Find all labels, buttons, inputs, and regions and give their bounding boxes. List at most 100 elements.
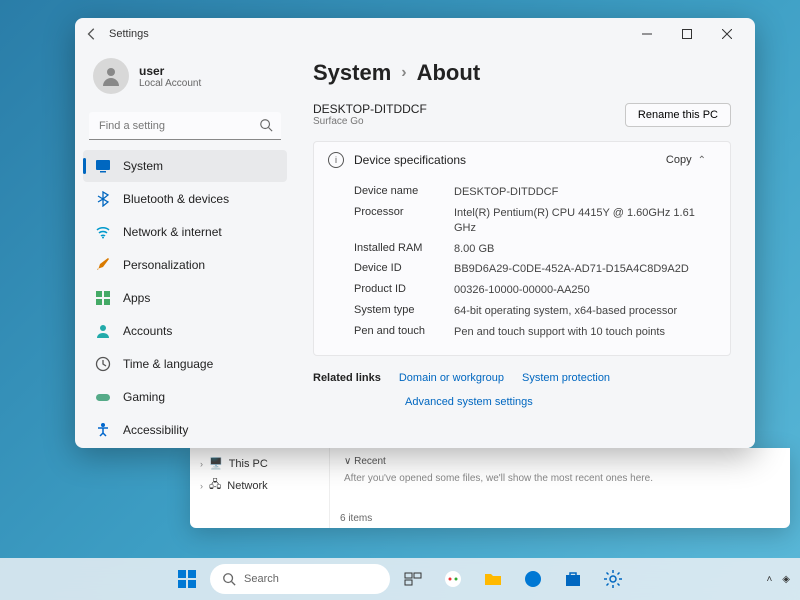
explorer-nav-network[interactable]: › 🖧 Network <box>200 473 319 498</box>
explorer-empty-text: After you've opened some files, we'll sh… <box>344 473 776 484</box>
nav-label: Gaming <box>123 390 165 404</box>
apps-icon <box>95 290 111 306</box>
copy-button[interactable]: Copy ⌃ <box>656 152 716 168</box>
user-name: user <box>139 64 201 78</box>
spec-table: Device nameDESKTOP-DITDDCF ProcessorInte… <box>314 178 730 355</box>
nav-label: Accessibility <box>123 423 188 437</box>
taskbar-search[interactable]: Search <box>210 564 390 594</box>
nav-label: Time & language <box>123 357 213 371</box>
breadcrumb-current: About <box>417 60 481 86</box>
nav-accounts[interactable]: Accounts <box>83 315 287 347</box>
accessibility-icon <box>95 422 111 438</box>
nav-bluetooth[interactable]: Bluetooth & devices <box>83 183 287 215</box>
link-system-protection[interactable]: System protection <box>522 372 610 384</box>
nav-network[interactable]: Network & internet <box>83 216 287 248</box>
monitor-icon: 🖥️ <box>209 457 223 470</box>
avatar <box>93 58 129 94</box>
search-icon <box>259 118 273 132</box>
nav: System Bluetooth & devices Network & int… <box>83 150 287 448</box>
file-explorer-window[interactable]: › 🖥️ This PC › 🖧 Network ∨ Recent After … <box>190 448 790 528</box>
device-name: DESKTOP-DITDDCF <box>313 102 427 116</box>
settings-window: Settings user Local Account <box>75 18 755 448</box>
nav-time-language[interactable]: Time & language <box>83 348 287 380</box>
taskbar-search-label: Search <box>244 573 279 585</box>
user-account-type: Local Account <box>139 78 201 89</box>
chevron-up-icon: ⌃ <box>698 155 706 166</box>
system-icon <box>95 158 111 174</box>
nav-gaming[interactable]: Gaming <box>83 381 287 413</box>
device-model: Surface Go <box>313 116 427 127</box>
titlebar: Settings <box>75 18 755 50</box>
start-button[interactable] <box>170 562 204 596</box>
chevron-right-icon: › <box>200 459 203 469</box>
taskbar-edge[interactable] <box>516 562 550 596</box>
spec-row: Product ID00326-10000-00000-AA250 <box>354 280 716 301</box>
bluetooth-icon <box>95 191 111 207</box>
link-domain-workgroup[interactable]: Domain or workgroup <box>399 372 504 384</box>
search-icon <box>222 572 236 586</box>
info-icon: i <box>328 152 344 168</box>
close-button[interactable] <box>707 20 747 48</box>
explorer-nav-label: This PC <box>229 458 268 470</box>
explorer-content: ∨ Recent After you've opened some files,… <box>330 448 790 528</box>
network-icon: 🖧 <box>209 476 221 495</box>
sidebar: user Local Account System Bluetooth & de… <box>75 50 295 448</box>
nav-label: Apps <box>123 291 150 305</box>
explorer-nav-tree: › 🖥️ This PC › 🖧 Network <box>190 448 330 528</box>
taskbar-store[interactable] <box>556 562 590 596</box>
main-content: System › About DESKTOP-DITDDCF Surface G… <box>295 50 755 448</box>
spec-row: ProcessorIntel(R) Pentium(R) CPU 4415Y @… <box>354 203 716 239</box>
nav-accessibility[interactable]: Accessibility <box>83 414 287 446</box>
gaming-icon <box>95 389 111 405</box>
back-button[interactable] <box>83 25 101 43</box>
user-block[interactable]: user Local Account <box>83 50 287 108</box>
spec-row: Pen and touchPen and touch support with … <box>354 322 716 343</box>
nav-personalization[interactable]: Personalization <box>83 249 287 281</box>
app-title: Settings <box>109 28 149 40</box>
taskbar: Search ˄ ◈ <box>0 558 800 600</box>
chevron-right-icon: › <box>401 64 406 82</box>
wifi-icon <box>95 224 111 240</box>
rename-pc-button[interactable]: Rename this PC <box>625 103 731 127</box>
nav-label: Network & internet <box>123 225 222 239</box>
minimize-button[interactable] <box>627 20 667 48</box>
spec-row: Device IDBB9D6A29-C0DE-452A-AD71-D15A4C8… <box>354 259 716 280</box>
pc-header-row: DESKTOP-DITDDCF Surface Go Rename this P… <box>313 102 731 127</box>
nav-privacy[interactable]: Privacy & security <box>83 447 287 448</box>
explorer-status-bar: 6 items <box>340 513 372 524</box>
related-links: Related links Domain or workgroup System… <box>313 368 731 388</box>
chevron-up-icon[interactable]: ˄ <box>766 574 772 585</box>
card-title: Device specifications <box>354 153 646 167</box>
explorer-nav-thispc[interactable]: › 🖥️ This PC <box>200 454 319 473</box>
breadcrumb: System › About <box>313 60 731 86</box>
maximize-button[interactable] <box>667 20 707 48</box>
link-advanced-settings[interactable]: Advanced system settings <box>405 396 533 408</box>
card-header[interactable]: i Device specifications Copy ⌃ <box>314 142 730 178</box>
related-links-sub: Advanced system settings <box>313 392 731 412</box>
nav-label: Bluetooth & devices <box>123 192 229 206</box>
taskbar-app-chat[interactable] <box>436 562 470 596</box>
explorer-nav-label: Network <box>227 480 267 492</box>
taskbar-system-tray[interactable]: ˄ ◈ <box>766 574 790 585</box>
explorer-section-recent: ∨ Recent <box>344 456 776 467</box>
related-links-label: Related links <box>313 372 381 384</box>
spec-row: System type64-bit operating system, x64-… <box>354 301 716 322</box>
nav-system[interactable]: System <box>83 150 287 182</box>
search-input[interactable] <box>89 112 281 140</box>
wifi-tray-icon[interactable]: ◈ <box>782 574 790 585</box>
taskbar-explorer[interactable] <box>476 562 510 596</box>
taskbar-settings[interactable] <box>596 562 630 596</box>
nav-apps[interactable]: Apps <box>83 282 287 314</box>
nav-label: System <box>123 159 163 173</box>
device-specs-card: i Device specifications Copy ⌃ Device na… <box>313 141 731 356</box>
spec-row: Device nameDESKTOP-DITDDCF <box>354 182 716 203</box>
breadcrumb-parent[interactable]: System <box>313 60 391 86</box>
task-view-button[interactable] <box>396 562 430 596</box>
spec-row: Installed RAM8.00 GB <box>354 239 716 260</box>
paintbrush-icon <box>95 257 111 273</box>
chevron-right-icon: › <box>200 481 203 491</box>
nav-label: Accounts <box>123 324 172 338</box>
clock-icon <box>95 356 111 372</box>
nav-label: Personalization <box>123 258 205 272</box>
person-icon <box>95 323 111 339</box>
